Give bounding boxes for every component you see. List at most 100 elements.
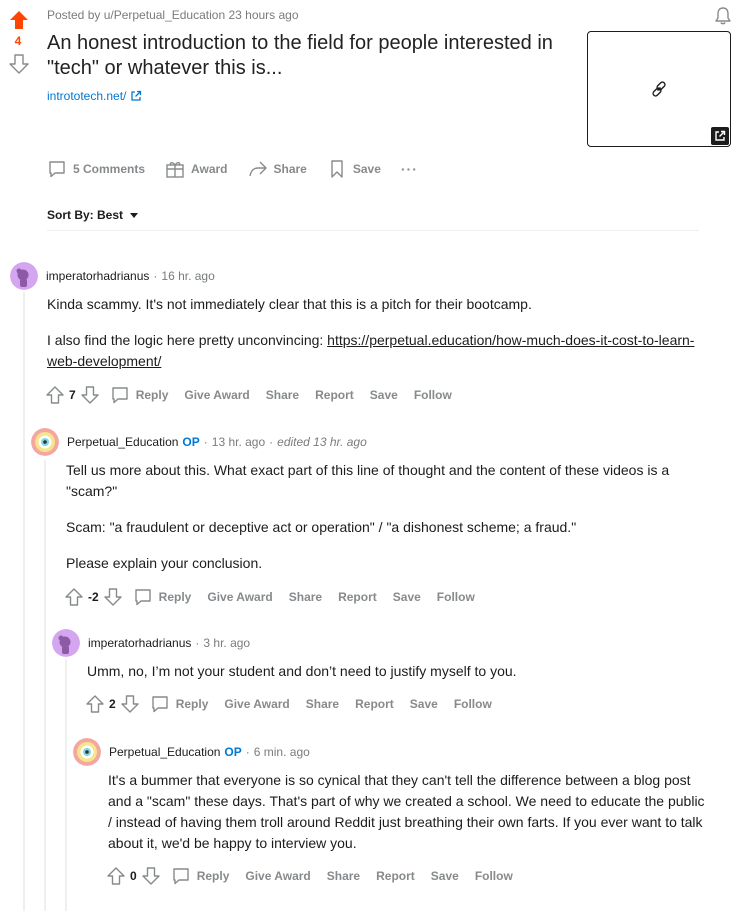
post-score: 4 <box>14 34 22 48</box>
post-link-text[interactable]: intrototech.net/ <box>47 89 126 103</box>
downvote-arrow-icon[interactable] <box>103 587 123 607</box>
comment-header: Perpetual_Education OP · 13 hr. ago · ed… <box>31 428 711 456</box>
give-award-button[interactable]: Give Award <box>224 697 289 711</box>
follow-button[interactable]: Follow <box>414 388 452 402</box>
comment-time[interactable]: 13 hr. ago <box>212 435 265 449</box>
thumbnail-external-button[interactable] <box>711 127 729 145</box>
follow-button[interactable]: Follow <box>437 590 475 604</box>
save-button[interactable]: Save <box>327 159 381 179</box>
give-award-button[interactable]: Give Award <box>245 869 310 883</box>
avatar[interactable] <box>10 262 38 290</box>
award-label: Award <box>191 162 228 176</box>
share-button[interactable]: Share <box>248 159 307 179</box>
comment-bubble-icon <box>172 868 189 885</box>
downvote-arrow-icon[interactable] <box>80 385 100 405</box>
downvote-arrow-icon[interactable] <box>141 866 161 886</box>
avatar[interactable] <box>31 428 59 456</box>
comment-author[interactable]: Perpetual_Education <box>67 435 178 449</box>
comment-actions: 2 Reply Give Award Share Report Save Fol… <box>85 692 712 716</box>
comment-header: imperatorhadrianus · 3 hr. ago <box>52 629 712 657</box>
post-actions: 5 Comments Award Share Save ··· <box>47 156 418 182</box>
upvote-arrow-icon[interactable] <box>45 385 65 405</box>
post-link[interactable]: intrototech.net/ <box>47 89 142 103</box>
share-button[interactable]: Share <box>266 388 299 402</box>
comments-label: 5 Comments <box>73 162 146 176</box>
comment-time[interactable]: 6 min. ago <box>254 745 310 759</box>
downvote-arrow-icon[interactable] <box>9 54 29 74</box>
report-button[interactable]: Report <box>376 869 415 883</box>
comment-bubble-icon <box>151 696 168 713</box>
comment-text: I also find the logic here pretty unconv… <box>47 332 328 348</box>
comment-score: 7 <box>69 388 76 402</box>
share-button[interactable]: Share <box>289 590 322 604</box>
share-button[interactable]: Share <box>327 869 360 883</box>
comment-header: Perpetual_Education OP · 6 min. ago <box>73 738 713 766</box>
separator-dot: · <box>203 435 208 449</box>
report-button[interactable]: Report <box>355 697 394 711</box>
link-thumbnail[interactable] <box>587 31 731 147</box>
reply-button[interactable]: Reply <box>171 866 229 886</box>
comment-time[interactable]: 3 hr. ago <box>203 636 250 650</box>
comment-actions: -2 Reply Give Award Share Report Save Fo… <box>64 585 711 609</box>
comment-paragraph: Please explain your conclusion. <box>66 555 263 571</box>
comment-actions: 7 Reply Give Award Share Report Save Fol… <box>45 383 710 407</box>
sort-label: Sort By: Best <box>47 208 124 222</box>
comment-score: 0 <box>130 869 137 883</box>
comment: Perpetual_Education OP · 6 min. ago It's… <box>73 738 713 888</box>
comment: Perpetual_Education OP · 13 hr. ago · ed… <box>31 428 711 609</box>
separator-dot: · <box>153 269 158 283</box>
gift-award-icon <box>166 162 184 178</box>
follow-button[interactable]: Follow <box>475 869 513 883</box>
posted-by: Posted by u/Perpetual_Education 23 hours… <box>47 8 299 22</box>
award-button[interactable]: Award <box>165 159 228 179</box>
comment-body: Umm, no, I’m not your student and don’t … <box>87 661 707 682</box>
more-options-button[interactable]: ··· <box>401 161 418 177</box>
comment-author[interactable]: imperatorhadrianus <box>46 269 149 283</box>
sort-dropdown[interactable]: Sort By: Best <box>47 208 139 222</box>
bookmark-icon <box>331 160 343 178</box>
comment-score: 2 <box>109 697 116 711</box>
upvote-arrow-icon[interactable] <box>9 10 29 30</box>
reply-label: Reply <box>158 590 192 604</box>
bell-icon[interactable] <box>713 6 733 26</box>
downvote-arrow-icon[interactable] <box>120 694 140 714</box>
separator-dot: · <box>245 745 250 759</box>
avatar[interactable] <box>52 629 80 657</box>
upvote-arrow-icon[interactable] <box>64 587 84 607</box>
post: 4 Posted by u/Perpetual_Education 23 hou… <box>0 0 738 240</box>
share-label: Share <box>273 162 307 176</box>
report-button[interactable]: Report <box>338 590 377 604</box>
share-arrow-icon <box>248 161 267 177</box>
post-title[interactable]: An honest introduction to the field for … <box>47 31 567 81</box>
give-award-button[interactable]: Give Award <box>207 590 272 604</box>
external-link-icon <box>131 90 142 101</box>
save-button[interactable]: Save <box>370 388 398 402</box>
comment-author[interactable]: Perpetual_Education <box>109 745 220 759</box>
save-label: Save <box>352 162 381 176</box>
give-award-button[interactable]: Give Award <box>184 388 249 402</box>
comment-header: imperatorhadrianus · 16 hr. ago <box>10 262 710 290</box>
share-button[interactable]: Share <box>306 697 339 711</box>
avatar[interactable] <box>73 738 101 766</box>
save-button[interactable]: Save <box>410 697 438 711</box>
comment-author[interactable]: imperatorhadrianus <box>88 636 191 650</box>
follow-button[interactable]: Follow <box>454 697 492 711</box>
reply-button[interactable]: Reply <box>110 385 168 405</box>
comment-time[interactable]: 16 hr. ago <box>161 269 214 283</box>
upvote-arrow-icon[interactable] <box>106 866 126 886</box>
comment: imperatorhadrianus · 3 hr. ago Umm, no, … <box>52 629 712 716</box>
comment-body: It's a bummer that everyone is so cynica… <box>108 770 708 854</box>
comment-paragraph: I also find the logic here pretty unconv… <box>47 330 707 372</box>
comment-paragraph: It's a bummer that everyone is so cynica… <box>108 772 705 851</box>
reply-button[interactable]: Reply <box>133 587 192 607</box>
upvote-arrow-icon[interactable] <box>85 694 105 714</box>
separator-dot: · <box>269 435 274 449</box>
save-button[interactable]: Save <box>431 869 459 883</box>
comment-paragraph: Scam: "a fraudulent or deceptive act or … <box>66 519 577 535</box>
comment-body: Tell us more about this. What exact part… <box>66 460 706 574</box>
op-badge: OP <box>182 435 200 449</box>
reply-button[interactable]: Reply <box>150 694 208 714</box>
comments-button[interactable]: 5 Comments <box>47 159 145 179</box>
save-button[interactable]: Save <box>393 590 421 604</box>
report-button[interactable]: Report <box>315 388 354 402</box>
